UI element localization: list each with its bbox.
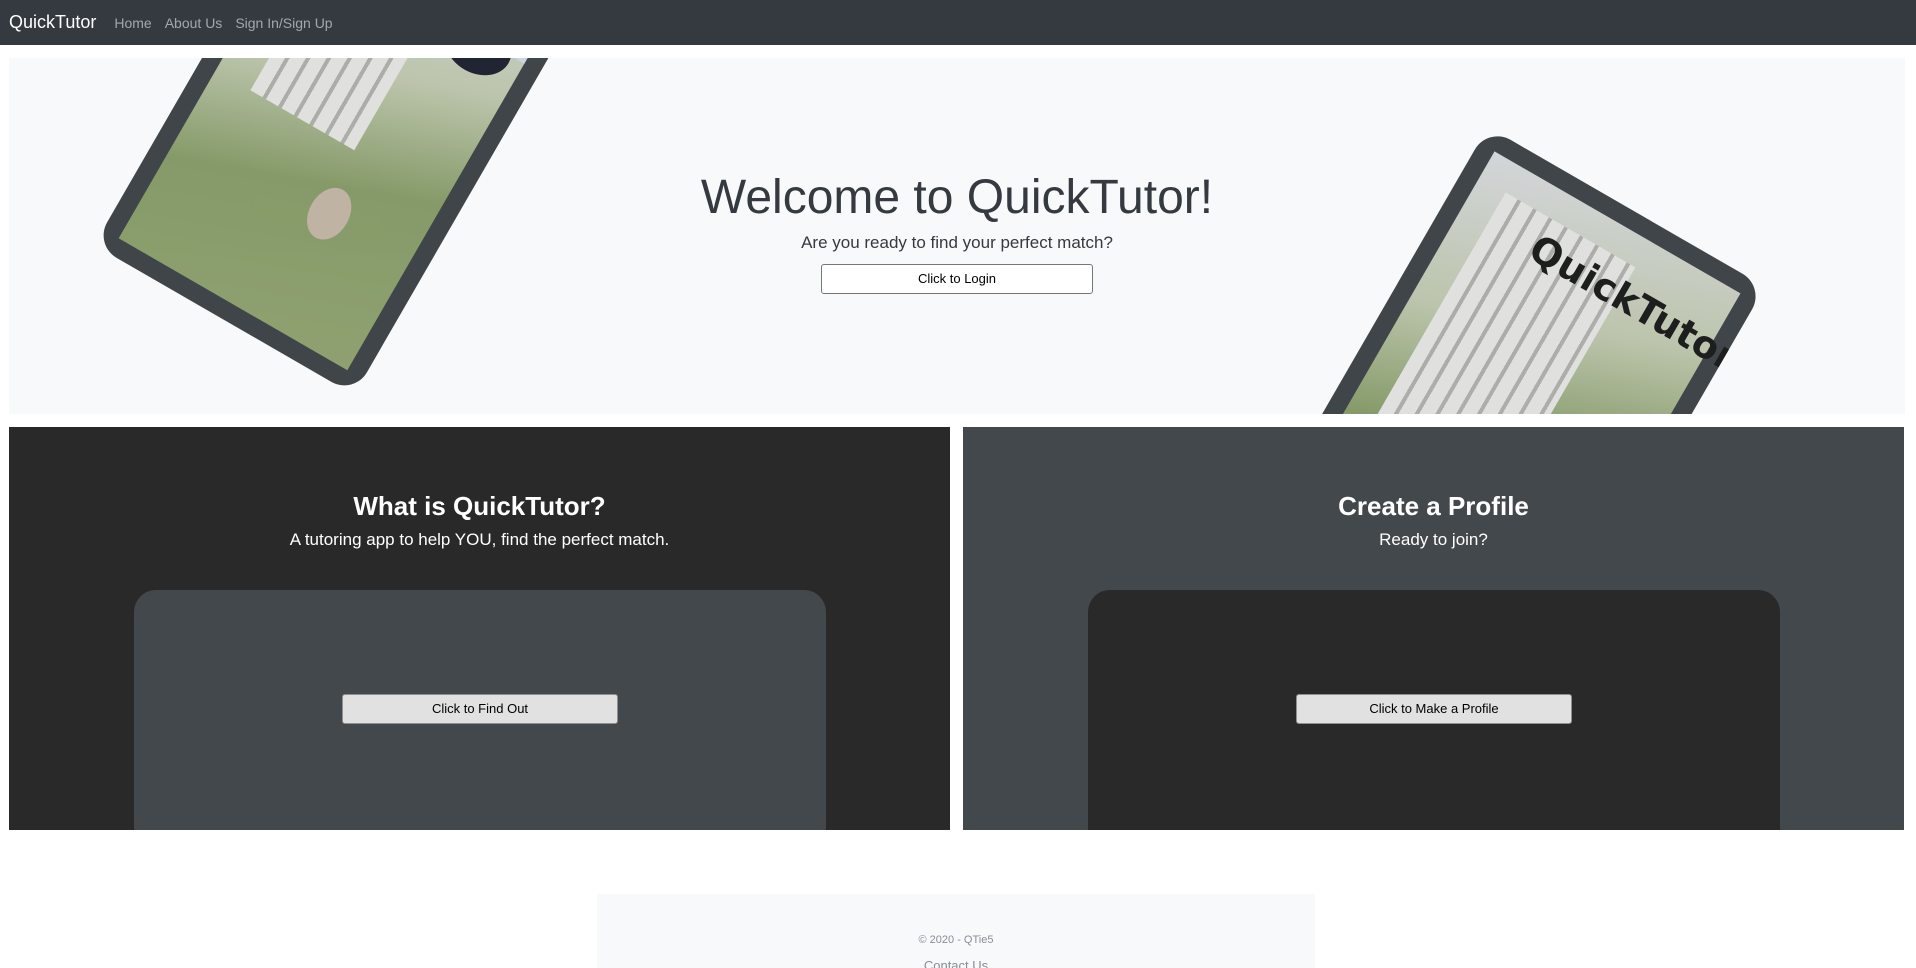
- panel-card: Click to Make a Profile: [1088, 590, 1780, 830]
- what-is-quicktutor-panel: What is QuickTutor? A tutoring app to he…: [9, 427, 950, 830]
- navbar-brand[interactable]: QuickTutor: [9, 12, 96, 33]
- hero-jumbotron: QuickTutor Welcome to QuickTutor! Are yo…: [9, 58, 1905, 414]
- nav-link-home[interactable]: Home: [114, 15, 151, 31]
- panel-subtitle: Ready to join?: [1379, 530, 1488, 549]
- footer: © 2020 - QTie5 Contact Us: [597, 894, 1315, 968]
- nav-link-sign-in-sign-up[interactable]: Sign In/Sign Up: [235, 15, 332, 31]
- footer-contact-link[interactable]: Contact Us: [597, 958, 1315, 968]
- hero-content: Welcome to QuickTutor! Are you ready to …: [9, 170, 1905, 294]
- find-out-button[interactable]: Click to Find Out: [342, 694, 618, 724]
- panel-title: Create a Profile: [1338, 491, 1529, 521]
- top-navbar: QuickTutor Home About Us Sign In/Sign Up: [0, 0, 1916, 45]
- nav-link-about-us[interactable]: About Us: [165, 15, 223, 31]
- footer-copyright: © 2020 - QTie5: [918, 934, 994, 946]
- panel-subtitle: A tutoring app to help YOU, find the per…: [289, 530, 670, 549]
- hero-subtitle: Are you ready to find your perfect match…: [801, 233, 1113, 252]
- panel-card: Click to Find Out: [134, 590, 826, 830]
- create-profile-panel: Create a Profile Ready to join? Click to…: [963, 427, 1904, 830]
- make-profile-button[interactable]: Click to Make a Profile: [1296, 694, 1572, 724]
- login-button[interactable]: Click to Login: [821, 264, 1093, 294]
- panel-title: What is QuickTutor?: [353, 491, 606, 521]
- hero-title: Welcome to QuickTutor!: [700, 171, 1214, 224]
